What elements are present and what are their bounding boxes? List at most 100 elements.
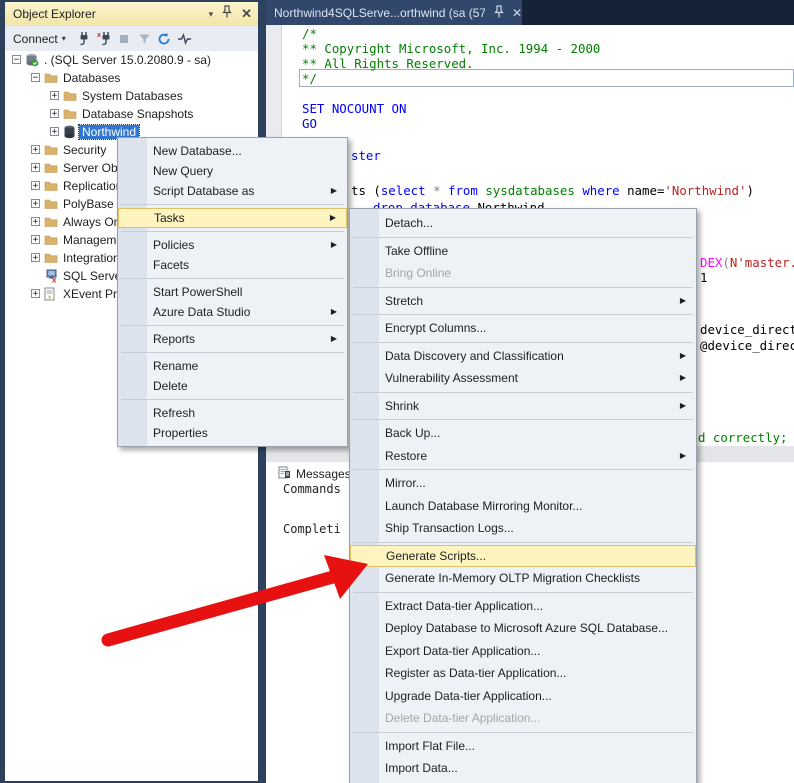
document-tab[interactable]: Northwind4SQLServe...orthwind (sa (57)) … [266,0,522,25]
menu-item-import-flat-file[interactable]: Import Flat File... [350,735,696,758]
menu-item-label: Facets [153,258,189,272]
window-position-chevron-icon[interactable]: ▾ [209,2,214,26]
refresh-icon[interactable] [156,31,173,47]
menu-item-stretch[interactable]: Stretch ▶ [350,290,696,313]
menu-item-refresh[interactable]: Refresh [118,403,347,423]
object-explorer-toolbar: Connect ▾ x [5,26,258,52]
messages-tab[interactable]: Messages [278,466,351,482]
close-icon[interactable]: ✕ [241,2,252,26]
pin-icon[interactable] [222,2,232,26]
expand-icon[interactable]: + [50,109,59,118]
menu-item-rename[interactable]: Rename [118,356,347,376]
submenu-arrow-icon: ▶ [680,345,686,368]
tree-item-system-databases[interactable]: +System Databases [5,87,258,105]
submenu-arrow-icon: ▶ [680,290,686,313]
menu-item-new-query[interactable]: New Query [118,161,347,181]
expand-icon[interactable]: + [31,253,40,262]
menu-item-launch-database-mirroring-monitor[interactable]: Launch Database Mirroring Monitor... [350,495,696,518]
menu-item-back-up[interactable]: Back Up... [350,422,696,445]
close-icon[interactable]: ✕ [512,6,522,20]
menu-item-label: Shrink [385,399,419,413]
menu-item-import-data[interactable]: Import Data... [350,757,696,780]
expand-icon[interactable]: + [50,127,59,136]
collapse-icon[interactable]: − [31,73,40,82]
submenu-arrow-icon: ▶ [331,329,337,349]
filter-icon [136,31,153,47]
pin-icon[interactable] [494,5,504,21]
folder-icon [44,161,58,175]
menu-item-detach[interactable]: Detach... [350,212,696,235]
expand-icon[interactable]: + [50,91,59,100]
expand-icon[interactable]: + [31,199,40,208]
menu-item-data-discovery-and-classification[interactable]: Data Discovery and Classification▶ [350,345,696,368]
expand-icon[interactable]: + [31,217,40,226]
menu-item-label: Start PowerShell [153,285,242,299]
document-tab-title: Northwind4SQLServe...orthwind (sa (57)) [274,6,485,20]
menu-item-shrink[interactable]: Shrink▶ [350,395,696,418]
activity-monitor-icon[interactable] [176,31,193,47]
menu-item-label: Launch Database Mirroring Monitor... [385,499,582,513]
menu-item-upgrade-data-tier-application[interactable]: Upgrade Data-tier Application... [350,685,696,708]
menu-item-restore[interactable]: Restore▶ [350,445,696,468]
menu-item-policies[interactable]: Policies▶ [118,235,347,255]
tree-item-sql-server-15-0-2080-9-sa[interactable]: −. (SQL Server 15.0.2080.9 - sa) [5,51,258,69]
document-tabstrip: Northwind4SQLServe...orthwind (sa (57)) … [266,0,794,25]
connect-dropdown[interactable]: Connect [13,32,58,46]
menu-item-ship-transaction-logs[interactable]: Ship Transaction Logs... [350,517,696,540]
menu-item-export-data-tier-application[interactable]: Export Data-tier Application... [350,640,696,663]
disconnect-icon[interactable]: x [96,31,113,47]
menu-item-label: Import Data... [385,761,458,775]
expand-icon[interactable]: + [31,163,40,172]
menu-item-reports[interactable]: Reports▶ [118,329,347,349]
menu-item-label: Upgrade Data-tier Application... [385,689,552,703]
menu-separator [121,278,344,279]
menu-item-delete[interactable]: Delete [118,376,347,396]
connect-icon[interactable] [76,31,93,47]
menu-separator [353,287,693,288]
menu-item-script-database-as[interactable]: Script Database as▶ [118,181,347,201]
stop-icon [116,31,133,47]
menu-item-encrypt-columns[interactable]: Encrypt Columns... [350,317,696,340]
collapse-icon[interactable]: − [12,55,21,64]
menu-item-register-as-data-tier-application[interactable]: Register as Data-tier Application... [350,662,696,685]
menu-item-extract-data-tier-application[interactable]: Extract Data-tier Application... [350,595,696,618]
folder-icon [44,251,58,265]
menu-item-label: Stretch [385,294,423,308]
menu-item-label: Encrypt Columns... [385,321,486,335]
menu-item-azure-data-studio[interactable]: Azure Data Studio▶ [118,302,347,322]
messages-text-line: Completi [283,522,341,536]
menu-item-generate-in-memory-oltp-migration-checklists[interactable]: Generate In-Memory OLTP Migration Checkl… [350,567,696,590]
menu-item-deploy-database-to-microsoft-azure-sql-database[interactable]: Deploy Database to Microsoft Azure SQL D… [350,617,696,640]
submenu-arrow-icon: ▶ [680,367,686,390]
expand-icon[interactable]: + [31,235,40,244]
menu-item-label: Back Up... [385,426,440,440]
menu-item-label: Properties [153,426,208,440]
submenu-arrow-icon: ▶ [331,235,337,255]
tree-item-databases[interactable]: − Databases [5,69,258,87]
submenu-arrow-icon: ▶ [331,302,337,322]
menu-item-label: New Database... [153,144,242,158]
database-icon [63,125,77,139]
menu-item-tasks[interactable]: Tasks▶ [118,208,347,228]
expand-icon[interactable]: + [31,145,40,154]
menu-item-take-offline[interactable]: Take Offline [350,240,696,263]
tree-item-database-snapshots[interactable]: +Database Snapshots [5,105,258,123]
menu-item-label: Generate Scripts... [386,549,486,563]
messages-text-line: Commands [283,482,341,496]
folder-icon [44,143,58,157]
menu-item-generate-scripts[interactable]: Generate Scripts... [350,545,696,568]
menu-item-facets[interactable]: Facets [118,255,347,275]
menu-item-start-powershell[interactable]: Start PowerShell [118,282,347,302]
expand-icon[interactable]: + [31,181,40,190]
server-icon [25,53,39,67]
menu-item-vulnerability-assessment[interactable]: Vulnerability Assessment▶ [350,367,696,390]
menu-item-properties[interactable]: Properties [118,423,347,443]
menu-item-new-database[interactable]: New Database... [118,141,347,161]
menu-separator [353,237,693,238]
expand-icon[interactable]: + [31,289,40,298]
database-context-menu: New Database... New QueryScript Database … [117,137,348,447]
menu-separator [353,732,693,733]
tree-item-label: Databases [60,71,123,85]
chevron-down-icon[interactable]: ▾ [62,34,66,43]
menu-item-mirror[interactable]: Mirror... [350,472,696,495]
